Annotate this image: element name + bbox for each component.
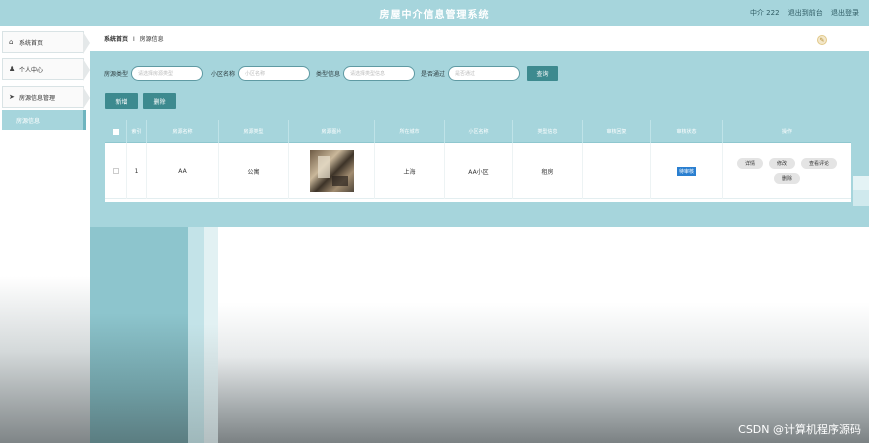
top-header: 房屋中介信息管理系统 中介 222 退出到前台 退出登录 bbox=[0, 0, 869, 26]
breadcrumb: 系统首页 I 房源信息 bbox=[104, 34, 164, 43]
cell-category: 租房 bbox=[513, 143, 583, 199]
row-select-cell bbox=[105, 143, 127, 199]
breadcrumb-current: 房源信息 bbox=[139, 36, 164, 43]
cell-community: AA小区 bbox=[445, 143, 513, 199]
sidebar-subitem-house-info[interactable]: 房源信息 bbox=[2, 110, 86, 130]
column-header: 索引 bbox=[127, 120, 147, 143]
sidebar-item-profile[interactable]: ♟ 个人中心 bbox=[2, 58, 90, 81]
house-image[interactable] bbox=[309, 150, 354, 192]
detail-button[interactable]: 详情 bbox=[736, 158, 763, 169]
community-label: 小区名称 bbox=[211, 71, 236, 78]
cell-review-status: 待审核 bbox=[651, 143, 723, 199]
sidebar-item-label: 个人中心 bbox=[19, 66, 44, 74]
cell-review-reply bbox=[583, 143, 651, 199]
decor-stripe bbox=[188, 227, 204, 443]
approved-select[interactable]: 是否通过 bbox=[448, 66, 521, 81]
column-header: 房源名称 bbox=[147, 120, 219, 143]
query-button[interactable]: 查询 bbox=[527, 66, 558, 81]
edit-button[interactable]: 修改 bbox=[768, 158, 795, 169]
select-all-cell bbox=[105, 120, 127, 143]
cell-house-type: 公寓 bbox=[219, 143, 289, 199]
send-icon: ➤ bbox=[9, 93, 15, 101]
column-header: 类型信息 bbox=[513, 120, 583, 143]
back-to-frontend-link[interactable]: 退出到前台 bbox=[788, 9, 823, 17]
column-header: 房源类型 bbox=[219, 120, 289, 143]
row-delete-button[interactable]: 删除 bbox=[773, 173, 800, 184]
home-icon: ⌂ bbox=[9, 38, 14, 46]
content-background bbox=[90, 227, 869, 443]
view-comments-button[interactable]: 查看评论 bbox=[801, 158, 838, 169]
user-area: 中介 222 退出到前台 退出登录 bbox=[744, 8, 859, 18]
decor-stripe bbox=[90, 227, 188, 443]
house-type-select[interactable]: 请选择房源类型 bbox=[131, 66, 204, 81]
column-header: 操作 bbox=[781, 129, 792, 135]
filter-house-type: 房源类型 请选择房源类型 bbox=[104, 66, 204, 81]
filter-category: 类型信息 请选择类型信息 bbox=[316, 66, 416, 81]
user-icon: ♟ bbox=[9, 65, 16, 73]
sidebar-item-label: 系统首页 bbox=[19, 39, 44, 47]
main-content: 系统首页 I 房源信息 ✎ 房源类型 请选择房源类型 小区名称 小区名称 类型信… bbox=[90, 26, 869, 443]
select-all-checkbox[interactable] bbox=[112, 128, 119, 135]
cell-index: 1 bbox=[127, 143, 147, 199]
sidebar: ⌂ 系统首页 ♟ 个人中心 ➤ 房源信息管理 房源信息 bbox=[0, 26, 90, 443]
sidebar-item-house-management[interactable]: ➤ 房源信息管理 bbox=[2, 86, 90, 109]
scrollbar[interactable] bbox=[853, 176, 869, 206]
cell-city: 上海 bbox=[375, 143, 445, 199]
status-badge: 待审核 bbox=[676, 166, 696, 176]
app-title: 房屋中介信息管理系统 bbox=[379, 10, 490, 21]
notification-icon[interactable]: ✎ bbox=[817, 35, 827, 45]
row-checkbox[interactable] bbox=[112, 168, 119, 174]
sidebar-item-home[interactable]: ⌂ 系统首页 bbox=[2, 31, 90, 54]
house-table: 索引 房源名称 房源类型 房源图片 所在城市 小区名称 类型信息 审核回复 审核… bbox=[105, 120, 851, 202]
column-header: 审核回复 bbox=[583, 120, 651, 143]
category-label: 类型信息 bbox=[316, 71, 341, 78]
logout-link[interactable]: 退出登录 bbox=[831, 9, 859, 17]
house-type-label: 房源类型 bbox=[104, 71, 129, 78]
column-header: 所在城市 bbox=[375, 120, 445, 143]
filter-community: 小区名称 小区名称 bbox=[211, 66, 311, 81]
column-header: 审核状态 bbox=[651, 120, 723, 143]
breadcrumb-separator: I bbox=[132, 36, 135, 43]
cell-house-image bbox=[289, 143, 375, 199]
watermark: CSDN @计算机程序源码 bbox=[738, 423, 861, 436]
cell-operations: 详情 修改 查看评论 删除 bbox=[723, 143, 851, 199]
column-header: 小区名称 bbox=[445, 120, 513, 143]
filter-approved: 是否通过 是否通过 bbox=[421, 66, 521, 81]
breadcrumb-home[interactable]: 系统首页 bbox=[104, 36, 128, 43]
cell-house-name: AA bbox=[147, 143, 219, 199]
approved-label: 是否通过 bbox=[421, 71, 446, 78]
delete-button[interactable]: 删除 bbox=[143, 93, 176, 109]
category-select[interactable]: 请选择类型信息 bbox=[343, 66, 416, 81]
user-label: 中介 222 bbox=[749, 9, 780, 17]
sidebar-item-label: 房源信息管理 bbox=[19, 94, 56, 102]
table-row: 1 AA 公寓 上海 AA小区 租房 待审核 详情 修改 查看评论 删除 bbox=[105, 143, 851, 199]
column-header: 房源图片 bbox=[289, 120, 375, 143]
decor-stripe bbox=[204, 227, 218, 443]
community-input[interactable]: 小区名称 bbox=[238, 66, 311, 81]
table-header: 索引 房源名称 房源类型 房源图片 所在城市 小区名称 类型信息 审核回复 审核… bbox=[105, 120, 851, 143]
add-button[interactable]: 新增 bbox=[105, 93, 138, 109]
